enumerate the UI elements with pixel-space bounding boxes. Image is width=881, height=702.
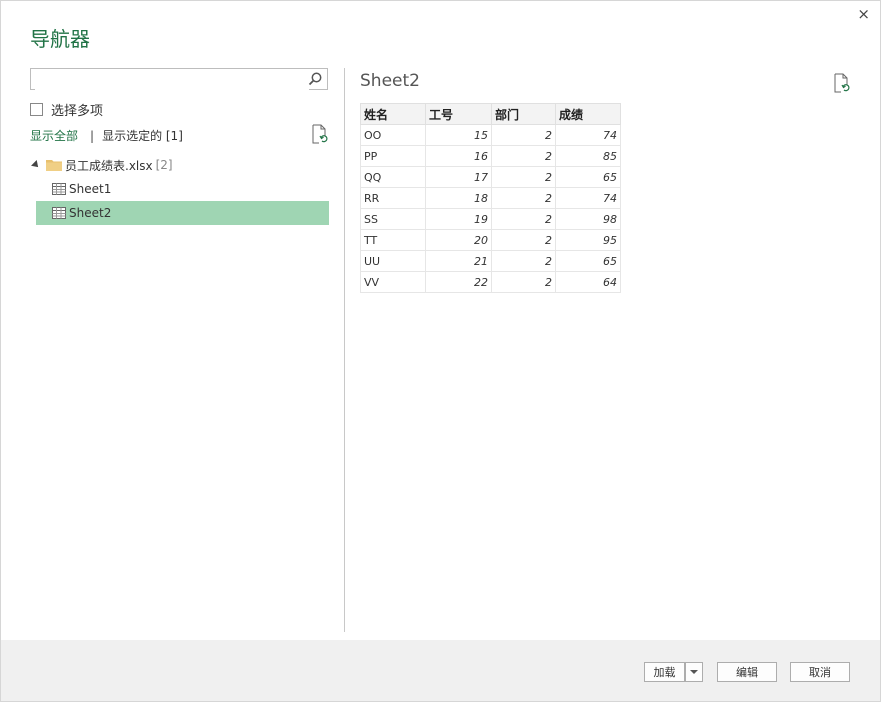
refresh-file-icon[interactable] — [310, 124, 328, 144]
table-cell: 18 — [425, 187, 492, 209]
chevron-down-icon — [690, 670, 698, 674]
search-icon[interactable] — [307, 71, 323, 87]
dialog-title: 导航器 — [30, 27, 90, 51]
filter-separator: | — [90, 128, 95, 143]
table-cell: RR — [360, 187, 426, 209]
tree-file-count: [2] — [155, 158, 173, 172]
edit-button[interactable]: 编辑 — [717, 662, 777, 682]
tree-item-sheet1[interactable]: Sheet1 — [36, 177, 329, 201]
tree-item-label: Sheet2 — [69, 206, 112, 220]
table-cell: 2 — [491, 166, 556, 188]
tree-file-node[interactable]: 员工成绩表.xlsx [2] — [30, 156, 173, 174]
close-icon[interactable]: × — [857, 5, 870, 23]
table-cell: 74 — [555, 187, 621, 209]
table-row: VV 22 2 64 — [360, 271, 621, 293]
table-row: RR 18 2 74 — [360, 187, 621, 209]
table-cell: 2 — [491, 187, 556, 209]
table-cell: 64 — [555, 271, 621, 293]
folder-icon — [46, 160, 62, 171]
table-cell: 19 — [425, 208, 492, 230]
load-button[interactable]: 加载 — [644, 662, 685, 682]
table-cell: 20 — [425, 229, 492, 251]
tree-item-sheet2[interactable]: Sheet2 — [36, 201, 329, 225]
table-cell: 16 — [425, 145, 492, 167]
column-header: 部门 — [491, 103, 556, 125]
table-cell: OO — [360, 124, 426, 146]
table-cell: TT — [360, 229, 426, 251]
table-header-row: 姓名 工号 部门 成绩 — [360, 103, 621, 125]
tree-item-label: Sheet1 — [69, 182, 112, 196]
sheet-table-icon — [52, 183, 66, 195]
tree-file-name: 员工成绩表.xlsx — [65, 158, 153, 173]
table-cell: 22 — [425, 271, 492, 293]
expand-arrow-icon[interactable] — [31, 160, 41, 170]
panel-divider[interactable] — [344, 68, 345, 632]
multi-select-option[interactable]: 选择多项 — [30, 100, 103, 119]
table-cell: 21 — [425, 250, 492, 272]
table-cell: 2 — [491, 271, 556, 293]
table-cell: PP — [360, 145, 426, 167]
table-cell: 2 — [491, 124, 556, 146]
table-cell: UU — [360, 250, 426, 272]
table-cell: 98 — [555, 208, 621, 230]
table-cell: 74 — [555, 124, 621, 146]
table-cell: 2 — [491, 145, 556, 167]
table-cell: SS — [360, 208, 426, 230]
table-row: QQ 17 2 65 — [360, 166, 621, 188]
filter-row: 显示全部 | 显示选定的 [1] — [30, 127, 183, 144]
table-cell: 17 — [425, 166, 492, 188]
cancel-button[interactable]: 取消 — [790, 662, 850, 682]
multi-select-label: 选择多项 — [51, 104, 104, 119]
preview-title: Sheet2 — [360, 71, 420, 91]
column-header: 成绩 — [555, 103, 621, 125]
sheet-table-icon — [52, 207, 66, 219]
search-input[interactable] — [35, 70, 309, 90]
show-all-link[interactable]: 显示全部 — [30, 127, 78, 144]
table-cell: 65 — [555, 250, 621, 272]
table-cell: 65 — [555, 166, 621, 188]
refresh-file-icon[interactable] — [832, 73, 850, 93]
table-row: PP 16 2 85 — [360, 145, 621, 167]
column-header: 工号 — [425, 103, 492, 125]
preview-table: 姓名 工号 部门 成绩 OO 15 2 74 PP 16 2 85 QQ 17 2 65 RR 18 2 74… — [360, 103, 621, 293]
multi-select-checkbox[interactable] — [30, 103, 43, 116]
table-row: OO 15 2 74 — [360, 124, 621, 146]
table-cell: VV — [360, 271, 426, 293]
table-cell: 2 — [491, 208, 556, 230]
table-row: UU 21 2 65 — [360, 250, 621, 272]
table-cell: 2 — [491, 229, 556, 251]
table-cell: 85 — [555, 145, 621, 167]
table-cell: 95 — [555, 229, 621, 251]
show-selected-link[interactable]: 显示选定的 [1] — [102, 127, 183, 144]
search-box[interactable] — [30, 68, 328, 90]
table-row: SS 19 2 98 — [360, 208, 621, 230]
navigator-dialog: × 导航器 选择多项 显示全部 | 显示选定的 [1] 员工成绩表.xlsx [… — [0, 0, 881, 702]
table-row: TT 20 2 95 — [360, 229, 621, 251]
table-cell: 2 — [491, 250, 556, 272]
table-cell: QQ — [360, 166, 426, 188]
table-cell: 15 — [425, 124, 492, 146]
column-header: 姓名 — [360, 103, 426, 125]
load-dropdown-button[interactable] — [685, 662, 703, 682]
